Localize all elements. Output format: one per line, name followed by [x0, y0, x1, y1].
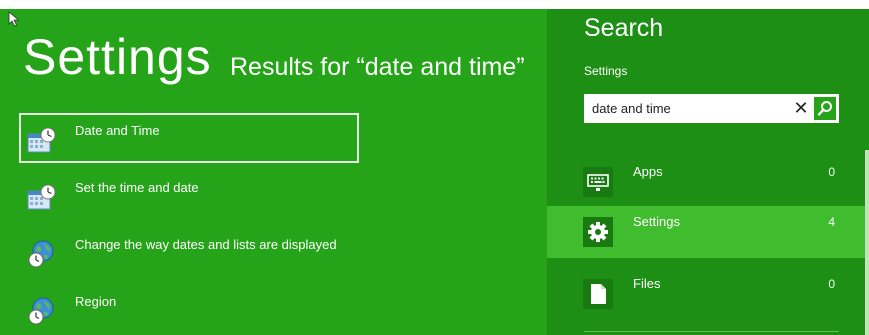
results-pane: Settings Results for “date and time” Dat… [0, 9, 547, 335]
scope-count: 0 [828, 277, 835, 291]
result-label: Change the way dates and lists are displ… [75, 237, 337, 252]
mouse-cursor-icon [8, 11, 20, 27]
scope-label: Settings [633, 214, 680, 229]
file-icon [583, 279, 613, 309]
search-charm-title: Search [584, 14, 664, 42]
result-item-region[interactable]: Region [19, 284, 359, 334]
result-item-change-date-format[interactable]: Change the way dates and lists are displ… [19, 227, 359, 277]
search-scope-settings[interactable]: Settings 4 [547, 206, 865, 258]
region-globe-icon [28, 297, 54, 325]
scope-list-scrollbar[interactable] [865, 150, 869, 335]
result-item-set-time-date[interactable]: Set the time and date [19, 170, 359, 220]
search-input[interactable] [584, 94, 804, 123]
start-screen: Settings Results for “date and time” Dat… [0, 9, 869, 335]
scope-count: 4 [828, 215, 835, 229]
search-scope-apps[interactable]: Apps 0 [547, 156, 865, 208]
divider [584, 331, 839, 332]
gear-icon [583, 217, 613, 247]
result-item-date-and-time[interactable]: Date and Time [19, 113, 359, 163]
scope-count: 0 [828, 165, 835, 179]
result-label: Set the time and date [75, 180, 199, 195]
search-scope-files[interactable]: Files 0 [547, 268, 865, 320]
search-button[interactable] [813, 96, 837, 121]
scope-label: Files [633, 276, 661, 291]
page-title: Settings [23, 29, 212, 85]
search-box: ✕ [584, 94, 839, 123]
search-scope-label: Settings [584, 64, 628, 78]
search-icon [817, 101, 832, 116]
result-label: Region [75, 294, 117, 309]
keyboard-icon [583, 167, 613, 197]
region-globe-icon [28, 240, 54, 268]
results-subtitle: Results for “date and time” [230, 53, 525, 81]
search-charm: Search Settings ✕ Ap [547, 9, 869, 335]
date-time-icon [27, 184, 56, 210]
clear-search-button[interactable]: ✕ [789, 97, 813, 120]
scope-label: Apps [633, 164, 663, 179]
result-label: Date and Time [75, 123, 160, 138]
date-time-icon [27, 127, 56, 153]
